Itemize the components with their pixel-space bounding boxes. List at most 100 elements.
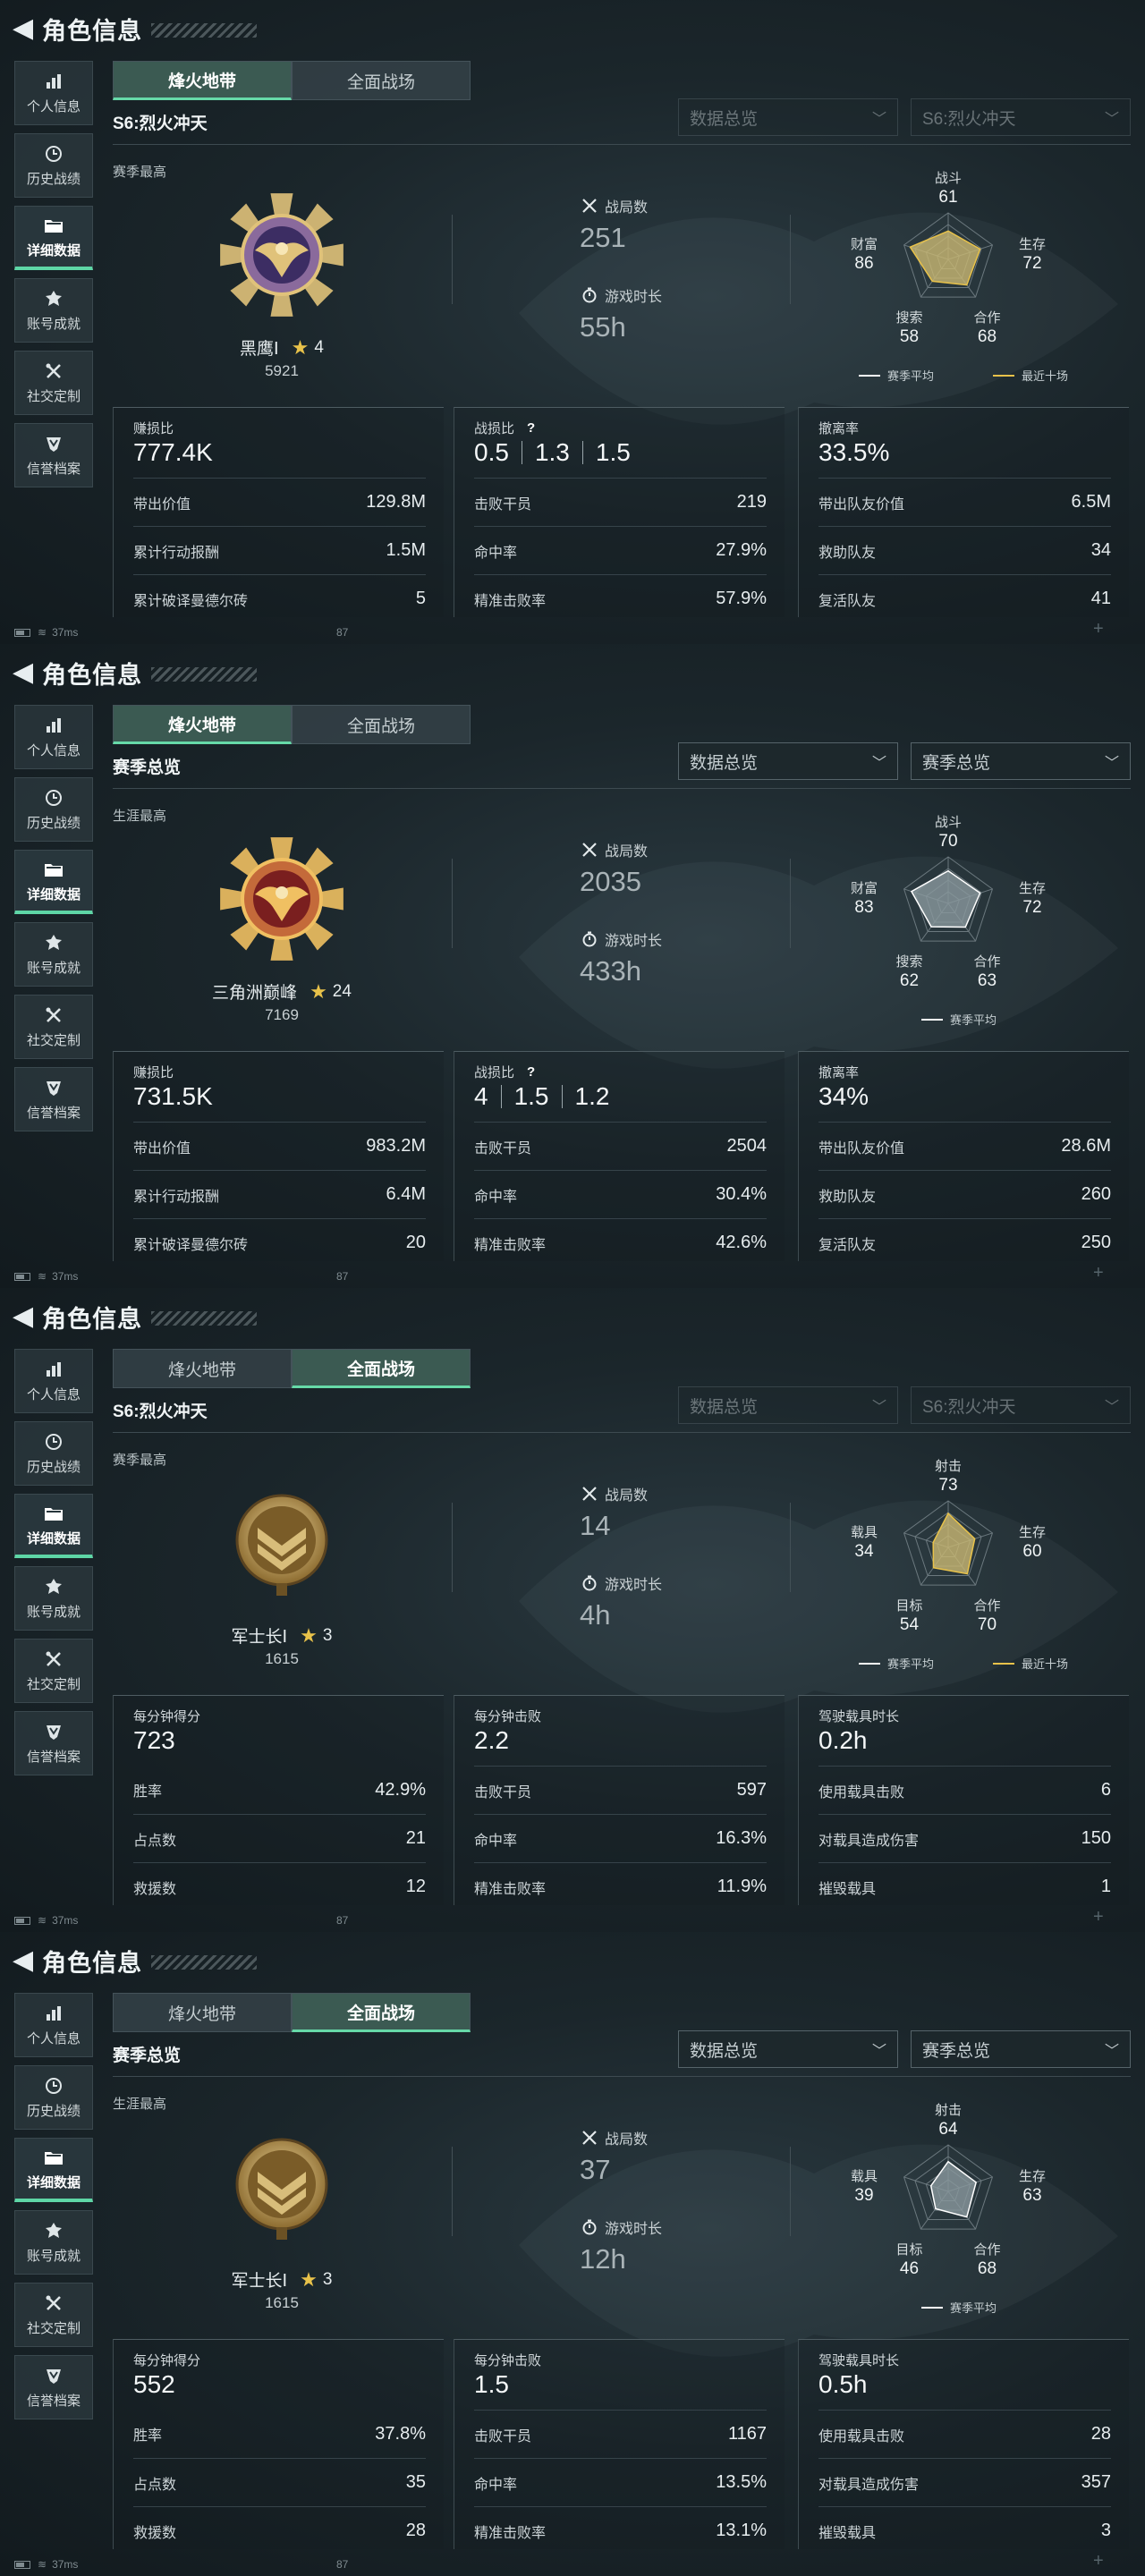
back-icon[interactable]: ◀ — [13, 1947, 33, 1974]
tab-mode[interactable]: 全面战场 — [292, 705, 471, 744]
crossed-swords-icon — [580, 1484, 599, 1504]
help-icon[interactable]: ? — [527, 1064, 535, 1080]
stat-label: 游戏时长 — [605, 2222, 663, 2237]
shield-icon — [43, 1077, 64, 1098]
season-dropdown[interactable]: S6:烈火冲天 ﹀ — [911, 98, 1131, 136]
sidebar-item-label: 个人信息 — [26, 743, 81, 758]
radar-axis-label: 射击 — [935, 1459, 962, 1474]
legend-entry: 最近十场 — [993, 367, 1068, 384]
card-title: 战损比? — [474, 1063, 535, 1081]
stat-row: 复活队友 41 — [818, 574, 1111, 623]
sidebar-item[interactable]: 详细数据 — [14, 850, 93, 914]
stat-row-label: 带出价值 — [133, 1140, 191, 1157]
data-type-dropdown[interactable]: 数据总览 ﹀ — [678, 2030, 898, 2068]
card-main-value: 0.2h — [818, 1726, 868, 1755]
shield-icon — [43, 2365, 64, 2386]
status-bar: ≋ 37ms 87 — [14, 2558, 348, 2571]
radar-axis-label: 射击 — [935, 2103, 962, 2118]
wifi-icon: ≋ — [38, 626, 47, 639]
crosshair-icon: + — [1093, 1907, 1104, 1927]
sidebar-item[interactable]: 信誉档案 — [14, 423, 93, 487]
help-icon[interactable]: ? — [527, 420, 535, 436]
sidebar-item[interactable]: 信誉档案 — [14, 1711, 93, 1775]
rank-stars: 24 — [332, 981, 352, 1001]
character-info-panel: ◀ 角色信息 个人信息 历史战绩 详细数据 账号成就 社交定制 信誉档案 烽火地带 全面战… — [0, 1288, 1145, 1932]
crosshair-icon: + — [1093, 619, 1104, 639]
season-dropdown[interactable]: 赛季总览 ﹀ — [911, 2030, 1131, 2068]
divider — [790, 2147, 791, 2236]
back-icon[interactable]: ◀ — [13, 1303, 33, 1330]
tab-mode[interactable]: 烽火地带 — [113, 705, 292, 744]
card-title: 每分钟得分 — [133, 2351, 200, 2369]
divider — [452, 1503, 453, 1592]
sidebar-item[interactable]: 社交定制 — [14, 995, 93, 1059]
stat-label: 战局数 — [605, 1488, 649, 1504]
data-type-dropdown[interactable]: 数据总览 ﹀ — [678, 1386, 898, 1424]
stat-card: 战损比? 0.5 1.3 1.5 击败干员 219 命中率 27.9% 精准击败率 57.9% — [454, 407, 785, 617]
tab-mode[interactable]: 全面战场 — [292, 61, 471, 100]
ping-value: 37ms — [52, 1270, 79, 1283]
season-dropdown[interactable]: 赛季总览 ﹀ — [911, 742, 1131, 780]
sidebar-item[interactable]: 历史战绩 — [14, 133, 93, 198]
tab-mode[interactable]: 全面战场 — [292, 1349, 471, 1388]
data-type-dropdown[interactable]: 数据总览 ﹀ — [678, 742, 898, 780]
sidebar-item[interactable]: 历史战绩 — [14, 2065, 93, 2130]
divider — [113, 788, 1131, 789]
status-bar: ≋ 37ms 87 — [14, 1270, 348, 1283]
stat-card: 赚损比 777.4K 带出价值 129.8M 累计行动报酬 1.5M 累计破译曼德尔砖 5 — [113, 407, 444, 617]
ping-value: 37ms — [52, 1914, 79, 1927]
sidebar-item[interactable]: 社交定制 — [14, 2283, 93, 2347]
stat-row-value: 13.5% — [716, 2472, 767, 2492]
sidebar-item[interactable]: 信誉档案 — [14, 2355, 93, 2419]
stat-value: 433h — [580, 955, 641, 987]
stat-value: 251 — [580, 222, 626, 253]
radar-axis-value: 68 — [978, 2259, 997, 2278]
sidebar-item[interactable]: 个人信息 — [14, 1993, 93, 2057]
battery-icon — [14, 2560, 30, 2569]
stat-row-label: 救援数 — [133, 1881, 177, 1897]
stat-row-value: 35 — [405, 2472, 426, 2492]
tab-mode[interactable]: 全面战场 — [292, 1993, 471, 2032]
radar-axis-label: 战斗 — [935, 815, 962, 830]
radar-axis-value: 83 — [854, 898, 873, 917]
tab-mode[interactable]: 烽火地带 — [113, 1993, 292, 2032]
tools-icon — [43, 360, 64, 382]
stat-row-label: 复活队友 — [818, 1237, 877, 1253]
sidebar-item[interactable]: 账号成就 — [14, 278, 93, 343]
data-type-dropdown[interactable]: 数据总览 ﹀ — [678, 98, 898, 136]
divider — [113, 2076, 1131, 2077]
mode-tabs: 烽火地带 全面战场 — [113, 61, 471, 100]
sidebar-item[interactable]: 社交定制 — [14, 351, 93, 415]
legend-entry: 赛季平均 — [921, 2299, 997, 2316]
stat-row-label: 占点数 — [133, 2477, 177, 2493]
sidebar-item[interactable]: 详细数据 — [14, 1494, 93, 1558]
season-dropdown[interactable]: S6:烈火冲天 ﹀ — [911, 1386, 1131, 1424]
tab-mode[interactable]: 烽火地带 — [113, 1349, 292, 1388]
card-main-value: 34% — [818, 1082, 869, 1111]
sidebar-item[interactable]: 账号成就 — [14, 922, 93, 987]
fps-value: 87 — [336, 1914, 349, 1927]
back-icon[interactable]: ◀ — [13, 15, 33, 42]
rank-name: 三角洲巅峰 — [212, 984, 298, 1003]
sidebar-item[interactable]: 社交定制 — [14, 1639, 93, 1703]
tools-icon — [43, 1648, 64, 1670]
sidebar-item[interactable]: 历史战绩 — [14, 1421, 93, 1486]
sidebar-item-label: 社交定制 — [26, 389, 81, 404]
sidebar-item[interactable]: 账号成就 — [14, 2210, 93, 2275]
sidebar-item[interactable]: 详细数据 — [14, 206, 93, 270]
sidebar-item[interactable]: 历史战绩 — [14, 777, 93, 842]
radar-axis-label: 生存 — [1019, 881, 1046, 896]
sidebar-item[interactable]: 个人信息 — [14, 705, 93, 769]
stat-playtime: 游戏时长 4h — [580, 1572, 662, 1631]
sidebar-item[interactable]: 个人信息 — [14, 1349, 93, 1413]
legend-swatch — [993, 1662, 1014, 1665]
sidebar-item[interactable]: 个人信息 — [14, 61, 93, 125]
tab-mode[interactable]: 烽火地带 — [113, 61, 292, 100]
legend-swatch — [921, 2306, 943, 2309]
stat-row: 使用载具击败 6 — [818, 1766, 1111, 1814]
back-icon[interactable]: ◀ — [13, 659, 33, 686]
sidebar-item-label: 账号成就 — [26, 961, 81, 976]
sidebar-item[interactable]: 详细数据 — [14, 2138, 93, 2202]
sidebar-item[interactable]: 账号成就 — [14, 1566, 93, 1631]
sidebar-item[interactable]: 信誉档案 — [14, 1067, 93, 1131]
